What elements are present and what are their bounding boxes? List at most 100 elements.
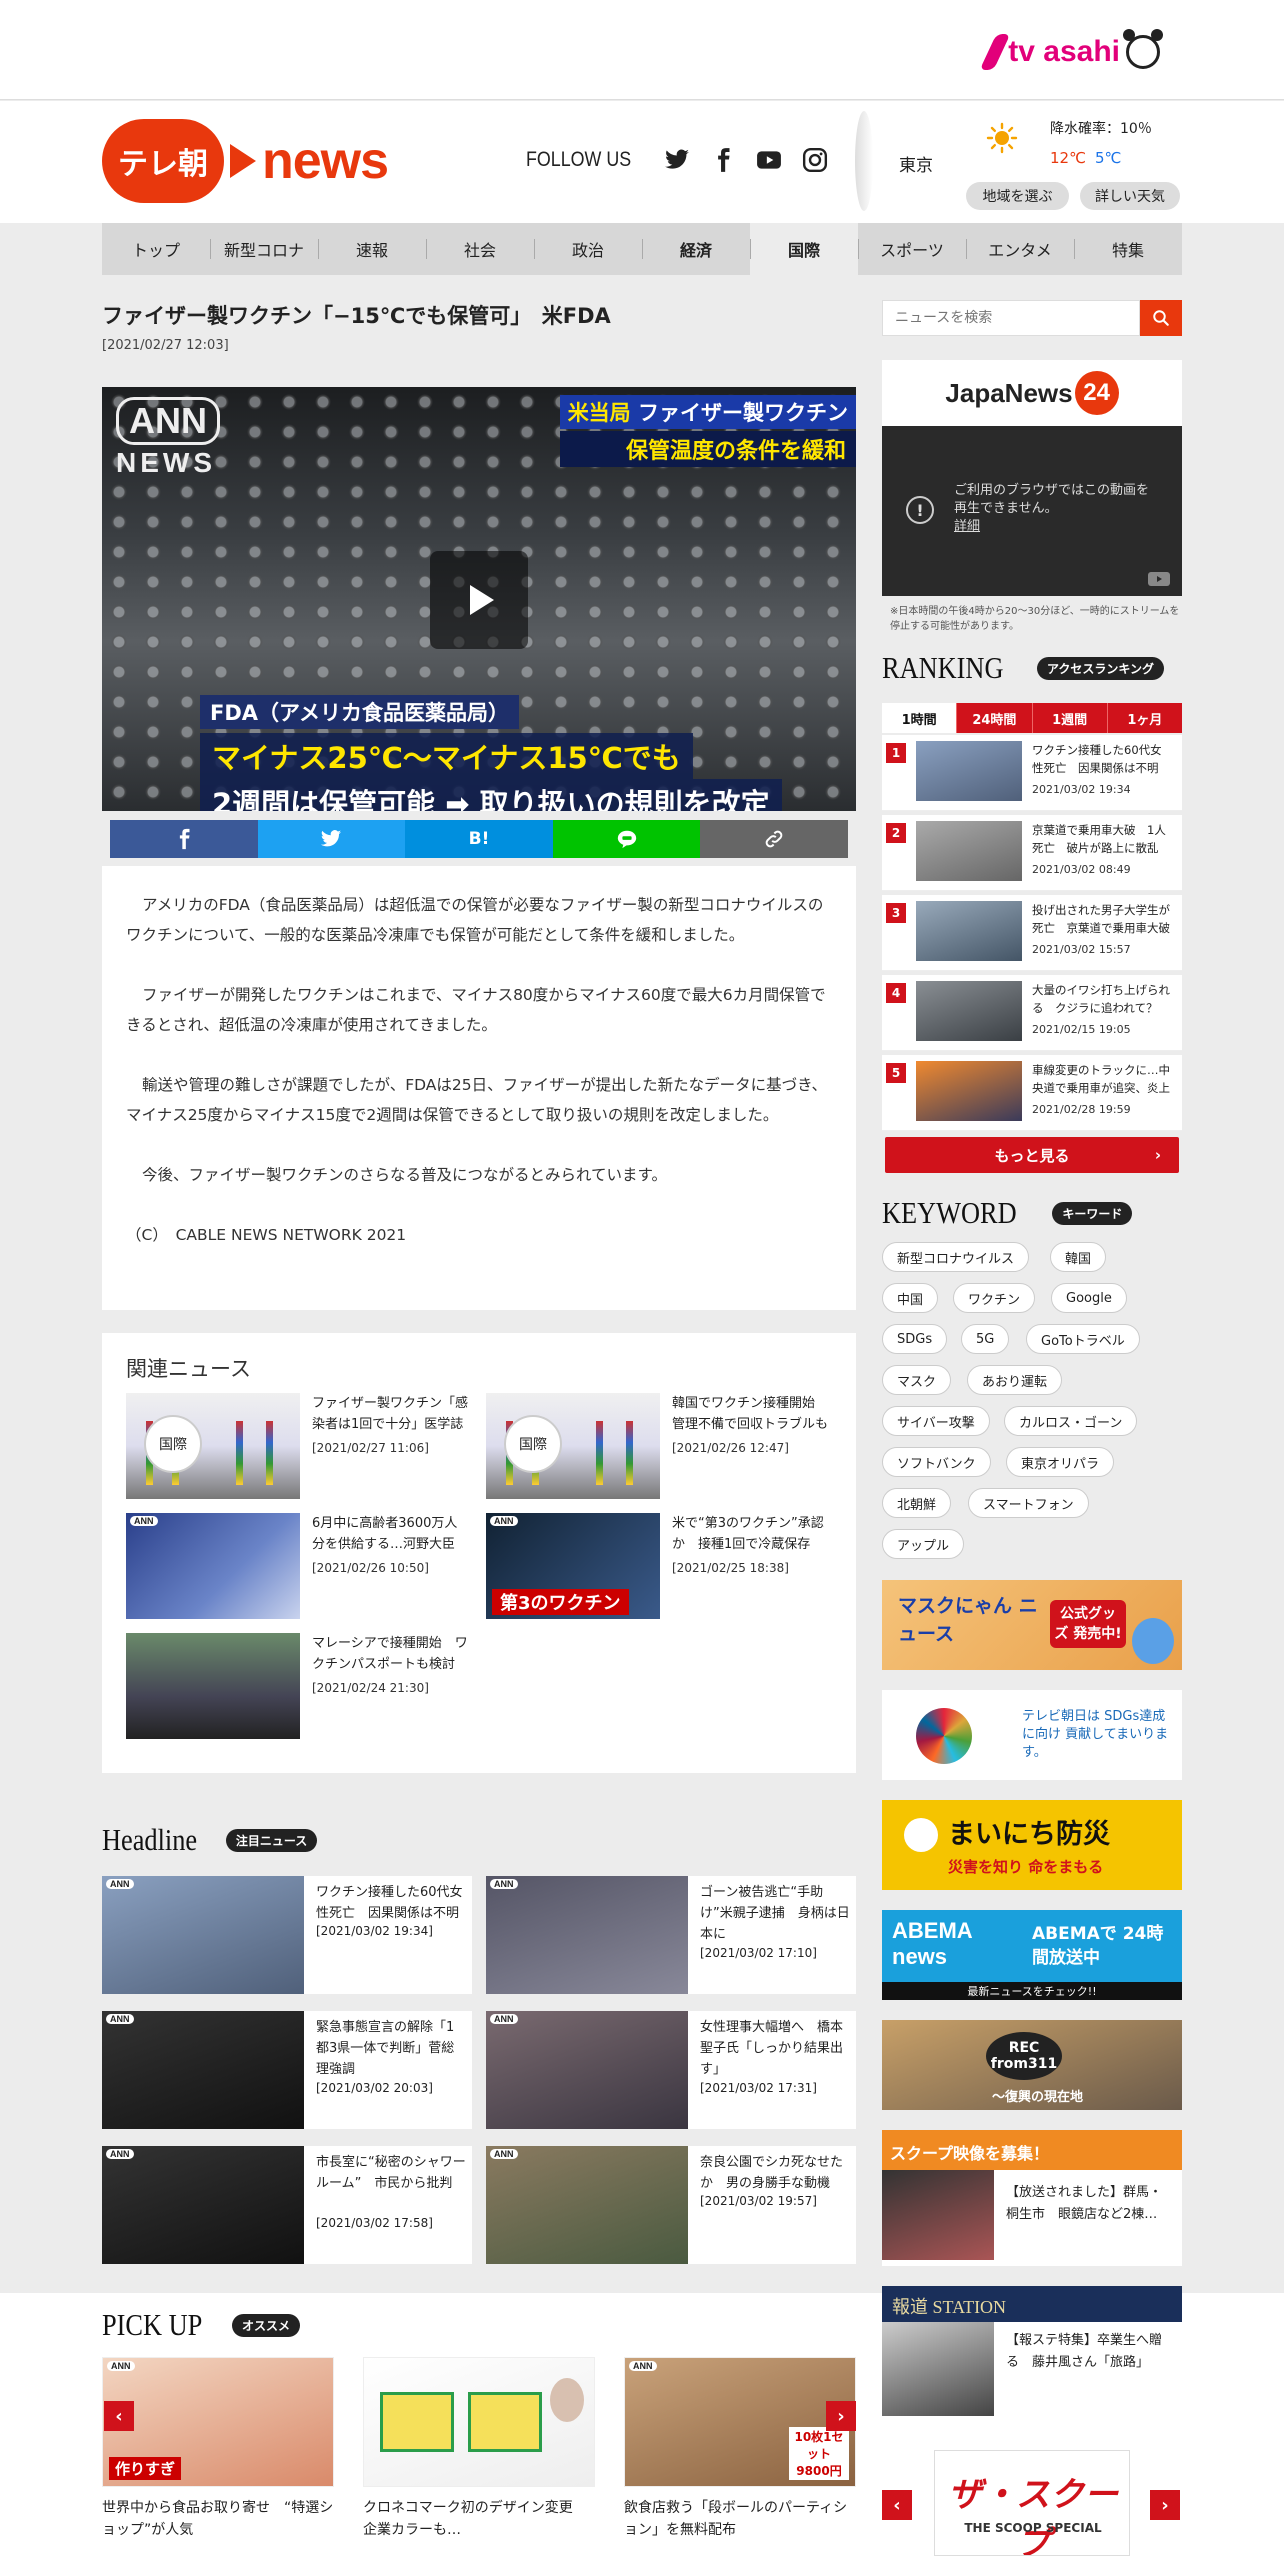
headline-pill: 注目ニュース <box>225 1828 318 1852</box>
nav-item-society[interactable]: 社会 <box>426 223 534 275</box>
headline-heading: Headline 注目ニュース <box>102 1822 318 1858</box>
share-hatena-button[interactable]: B! <box>405 820 553 858</box>
facebook-icon[interactable] <box>710 147 736 173</box>
headline-item[interactable]: ANN 女性理事大幅増へ 橋本聖子氏「しっかり結果出す」 [2021/03/02… <box>486 2011 856 2129</box>
nav-item-politics[interactable]: 政治 <box>534 223 642 275</box>
video-tag-line2: 保管温度の条件を緩和 <box>559 431 856 467</box>
abema-banner[interactable]: ABEMA news ABEMAで 24時間放送中 最新ニュースをチェック!! <box>882 1910 1182 2000</box>
twitter-icon[interactable] <box>664 147 690 173</box>
pickup-item[interactable]: ANN 10枚1セット 9800円 飲食店救う「段ボールのパーティション」を無料… <box>624 2357 856 2541</box>
banner-next-button[interactable]: › <box>1150 2490 1180 2520</box>
keyword-chip[interactable]: 北朝鮮 <box>882 1488 952 1518</box>
nav-item-economy[interactable]: 経済 <box>642 223 750 275</box>
pickup-thumbnail: ANN 10枚1セット 9800円 <box>624 2357 856 2487</box>
weather-detail-button[interactable]: 詳しい天気 <box>1080 182 1180 210</box>
nav-item-feature[interactable]: 特集 <box>1074 223 1182 275</box>
pickup-prev-button[interactable]: ‹ <box>104 2401 134 2431</box>
ranking-item[interactable]: 3 投げ出された男子大学生が死亡 京葉道で乗用車大破 2021/03/02 15… <box>882 895 1182 971</box>
search-button[interactable] <box>1140 300 1182 336</box>
headline-item[interactable]: ANN ゴーン被告逃亡“手助け”米親子逮捕 身柄は日本に [2021/03/02… <box>486 1876 856 1994</box>
share-copy-link-button[interactable] <box>700 820 848 858</box>
keyword-chip[interactable]: 東京オリパラ <box>1006 1447 1115 1477</box>
nav-item-top[interactable]: トップ <box>102 223 210 275</box>
japanews-player[interactable]: ! ご利用のブラウザではこの動画を再生できません。 詳細 <box>882 426 1182 596</box>
site-logo[interactable]: テレ朝 news <box>102 119 389 203</box>
ranking-item[interactable]: 4 大量のイワシ打ち上げられる クジラに追われて？ 2021/02/15 19:… <box>882 975 1182 1051</box>
houdou-station-banner[interactable]: 報道 STATION 【報ステ特集】卒業生へ贈る 藤井風さん「旅路」 <box>882 2286 1182 2420</box>
maskunyan-banner[interactable]: マスクにゃん ニュース 公式グッズ 発売中! <box>882 1580 1182 1670</box>
ann-logo: ANN <box>490 1516 518 1526</box>
youtube-icon[interactable] <box>756 147 782 173</box>
headline-item[interactable]: ANN ワクチン接種した60代女性死亡 因果関係は不明 [2021/03/02 … <box>102 1876 472 1994</box>
nav-item-breaking[interactable]: 速報 <box>318 223 426 275</box>
related-title: 米で“第3のワクチン”承認か 接種1回で冷蔵保存 <box>672 1516 824 1552</box>
related-thumbnail: ANN 第3のワクチン <box>486 1513 660 1619</box>
pickup-next-button[interactable]: › <box>826 2401 856 2431</box>
search-box <box>882 300 1182 336</box>
the-scoop-banner[interactable]: ザ・スクープ THE SCOOP SPECIAL <box>934 2450 1130 2556</box>
tv-asahi-logo[interactable]: tv asahi <box>979 29 1163 74</box>
related-item[interactable]: ANN 第3のワクチン 米で“第3のワクチン”承認か 接種1回で冷蔵保存 [20… <box>486 1513 826 1619</box>
panda-icon <box>1123 29 1163 69</box>
keyword-chip[interactable]: あおり運転 <box>967 1365 1063 1395</box>
ranking-item[interactable]: 5 車線変更のトラックに…中央道で乗用車が追突、炎上 2021/02/28 19… <box>882 1055 1182 1131</box>
tab-24hours[interactable]: 24時間 <box>956 703 1031 733</box>
headline-item[interactable]: ANN 市長室に“秘密のシャワールーム” 市民から批判 [2021/03/02 … <box>102 2146 472 2264</box>
keyword-chip[interactable]: GoToトラベル <box>1026 1324 1140 1354</box>
related-item[interactable]: マレーシアで接種開始 ワクチンパスポートも検討 [2021/02/24 21:3… <box>126 1633 468 1739</box>
keyword-chip[interactable]: ソフトバンク <box>882 1447 991 1477</box>
ranking-date: 2021/02/15 19:05 <box>1032 1023 1131 1036</box>
share-twitter-button[interactable] <box>257 820 406 858</box>
headline-thumbnail: ANN <box>486 2011 688 2129</box>
keyword-chip[interactable]: Google <box>1051 1283 1127 1313</box>
play-icon[interactable] <box>430 551 528 649</box>
bousai-sub: 災害を知り 命をまもる <box>948 1858 1104 1876</box>
banner-prev-button[interactable]: ‹ <box>882 2490 912 2520</box>
nav-item-covid[interactable]: 新型コロナ <box>210 223 318 275</box>
ranking-item[interactable]: 2 京葉道で乗用車大破 1人死亡 破片が路上に散乱 2021/03/02 08:… <box>882 815 1182 891</box>
search-input[interactable] <box>882 300 1140 336</box>
keyword-chip[interactable]: 5G <box>961 1324 1010 1354</box>
nav-item-sports[interactable]: スポーツ <box>858 223 966 275</box>
related-thumbnail <box>126 1633 300 1739</box>
keyword-chip[interactable]: SDGs <box>882 1324 948 1354</box>
ranking-item[interactable]: 1 ワクチン接種した60代女性死亡 因果関係は不明 2021/03/02 19:… <box>882 735 1182 811</box>
tab-1month[interactable]: 1ヶ月 <box>1106 703 1182 733</box>
video-tag-prefix: 米当局 <box>567 401 638 425</box>
ranking-more-button[interactable]: もっと見る › <box>885 1137 1179 1173</box>
keyword-chip[interactable]: 中国 <box>882 1283 939 1313</box>
keyword-chip[interactable]: カルロス・ゴーン <box>1004 1406 1138 1436</box>
keyword-chip[interactable]: アップル <box>882 1529 965 1559</box>
headline-item-title: ワクチン接種した60代女性死亡 因果関係は不明 <box>316 1885 463 1921</box>
tab-1week[interactable]: 1週間 <box>1031 703 1107 733</box>
related-item[interactable]: 国際 韓国でワクチン接種開始 管理不備で回収トラブルも [2021/02/26 … <box>486 1393 828 1499</box>
tab-1hour[interactable]: 1時間 <box>882 703 957 733</box>
the-scoop-sub: THE SCOOP SPECIAL <box>964 2521 1102 2535</box>
video-tag-main: ファイザー製ワクチン <box>638 401 848 425</box>
related-item[interactable]: ANN 6月中に高齢者3600万人分を供給する…河野大臣 [2021/02/26… <box>126 1513 466 1619</box>
video-player[interactable]: ANN NEWS 米当局 ファイザー製ワクチン 保管温度の条件を緩和 FDA（ア… <box>102 387 856 811</box>
pickup-item[interactable]: クロネコマーク初のデザイン変更 企業カラーも… <box>363 2357 595 2541</box>
share-line-button[interactable] <box>552 820 701 858</box>
keyword-chip[interactable]: 新型コロナウイルス <box>882 1242 1030 1272</box>
keyword-chip[interactable]: サイバー攻撃 <box>882 1406 990 1436</box>
scoop-banner[interactable]: スクープ映像を募集！ 【放送されました】群馬・桐生市 眼鏡店など2棟… <box>882 2130 1182 2266</box>
select-region-button[interactable]: 地域を選ぶ <box>966 182 1069 210</box>
keyword-chip[interactable]: マスク <box>882 1365 952 1395</box>
share-facebook-button[interactable] <box>110 820 258 858</box>
nav-item-entertainment[interactable]: エンタメ <box>966 223 1074 275</box>
player-detail-link[interactable]: 詳細 <box>954 519 980 534</box>
sdgs-banner[interactable]: テレビ朝日は SDGs達成に向け 貢献してまいります。 <box>882 1690 1182 1780</box>
keyword-chip[interactable]: スマートフォン <box>968 1488 1089 1518</box>
headline-item-date: [2021/03/02 19:57] <box>700 2194 817 2208</box>
headline-item[interactable]: ANN 奈良公園でシカ死なせたか 男の身勝手な動機 [2021/03/02 19… <box>486 2146 856 2264</box>
rec-from311-banner[interactable]: REC from311 ～復興の現在地 <box>882 2020 1182 2110</box>
bousai-banner[interactable]: まいにち防災 災害を知り 命をまもる <box>882 1800 1182 1890</box>
pickup-item[interactable]: ANN 作りすぎ 世界中から食品お取り寄せ “特選ショップ”が人気 <box>102 2357 334 2541</box>
instagram-icon[interactable] <box>802 147 828 173</box>
keyword-chip[interactable]: ワクチン <box>953 1283 1036 1313</box>
nav-item-international[interactable]: 国際 <box>750 223 858 275</box>
related-item[interactable]: 国際 ファイザー製ワクチン「感染者は1回で十分」医学誌 [2021/02/27 … <box>126 1393 468 1499</box>
keyword-chip[interactable]: 韓国 <box>1050 1242 1107 1272</box>
headline-item[interactable]: ANN 緊急事態宣言の解除「1都3県一体で判断」菅総理強調 [2021/03/0… <box>102 2011 472 2129</box>
